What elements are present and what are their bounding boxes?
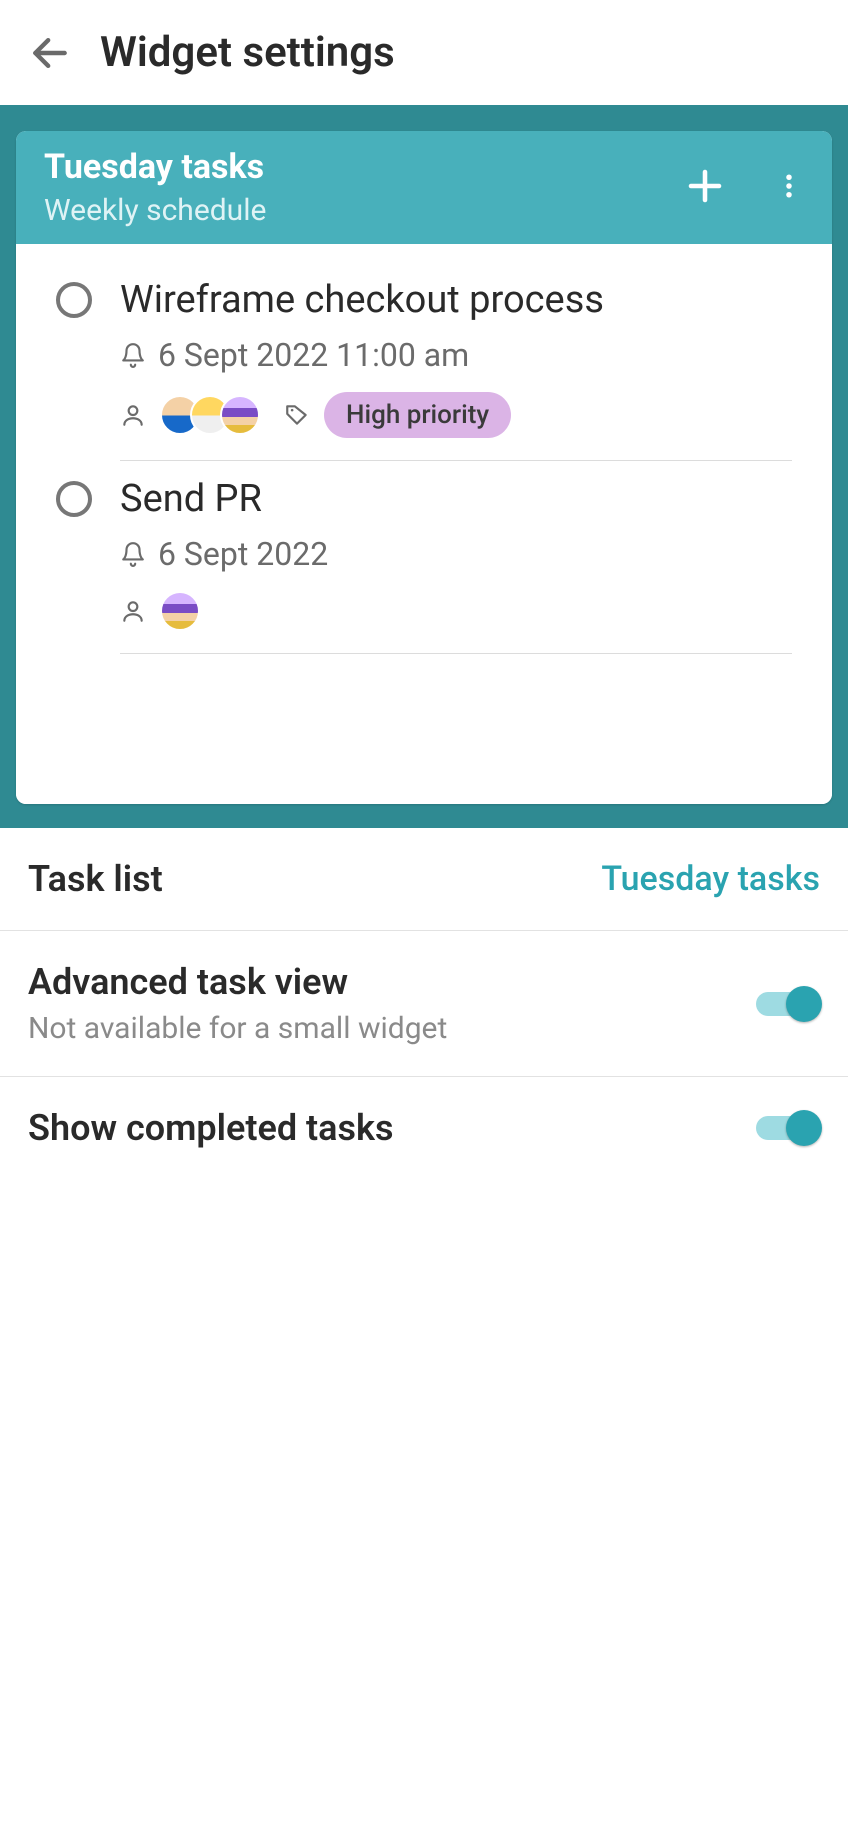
avatar: [160, 591, 200, 631]
setting-label: Show completed tasks: [28, 1107, 393, 1149]
setting-label: Advanced task view: [28, 961, 447, 1003]
task-chips-row: High priority: [120, 392, 792, 438]
toggle-switch[interactable]: [756, 1110, 820, 1146]
setting-task-list[interactable]: Task list Tuesday tasks: [0, 828, 848, 931]
task-list-preview: Wireframe checkout process 6 Sept 2022 1…: [16, 244, 832, 804]
setting-value: Tuesday tasks: [601, 859, 820, 899]
add-icon[interactable]: [684, 165, 726, 211]
tag-icon: [284, 402, 310, 428]
setting-label: Task list: [28, 858, 163, 900]
task-chips-row: [120, 591, 792, 631]
widget-header-actions: [684, 165, 804, 211]
widget-card: Tuesday tasks Weekly schedule: [16, 131, 832, 804]
person-icon: [120, 402, 146, 428]
task-body: Wireframe checkout process 6 Sept 2022 1…: [120, 278, 792, 461]
task-body: Send PR 6 Sept 2022: [120, 477, 792, 654]
setting-show-completed[interactable]: Show completed tasks: [0, 1077, 848, 1179]
widget-header: Tuesday tasks Weekly schedule: [16, 131, 832, 244]
app-bar: Widget settings: [0, 0, 848, 105]
assignee-avatars: [160, 591, 200, 631]
person-icon: [120, 598, 146, 624]
task-title: Send PR: [120, 477, 792, 521]
widget-title: Tuesday tasks: [44, 147, 266, 187]
more-icon[interactable]: [774, 165, 804, 211]
task-datetime: 6 Sept 2022 11:00 am: [158, 336, 469, 374]
back-icon[interactable]: [28, 31, 72, 75]
setting-sublabel: Not available for a small widget: [28, 1011, 447, 1046]
assignee-avatars: [160, 395, 260, 435]
task-row[interactable]: Send PR 6 Sept 2022: [16, 461, 832, 654]
checkbox-icon[interactable]: [56, 282, 92, 318]
checkbox-icon[interactable]: [56, 481, 92, 517]
priority-chip: High priority: [324, 392, 511, 438]
task-datetime-row: 6 Sept 2022 11:00 am: [120, 336, 792, 374]
setting-advanced-view[interactable]: Advanced task view Not available for a s…: [0, 931, 848, 1077]
page-title: Widget settings: [100, 28, 395, 77]
widget-subtitle: Weekly schedule: [44, 193, 266, 228]
task-title: Wireframe checkout process: [120, 278, 792, 322]
toggle-switch[interactable]: [756, 986, 820, 1022]
task-datetime-row: 6 Sept 2022: [120, 535, 792, 573]
task-row[interactable]: Wireframe checkout process 6 Sept 2022 1…: [16, 262, 832, 461]
bell-icon: [120, 342, 146, 368]
task-datetime: 6 Sept 2022: [158, 535, 328, 573]
bell-icon: [120, 541, 146, 567]
avatar: [220, 395, 260, 435]
widget-header-titles: Tuesday tasks Weekly schedule: [44, 147, 266, 228]
settings-list: Task list Tuesday tasks Advanced task vi…: [0, 828, 848, 1179]
widget-preview-container: Tuesday tasks Weekly schedule: [0, 105, 848, 828]
